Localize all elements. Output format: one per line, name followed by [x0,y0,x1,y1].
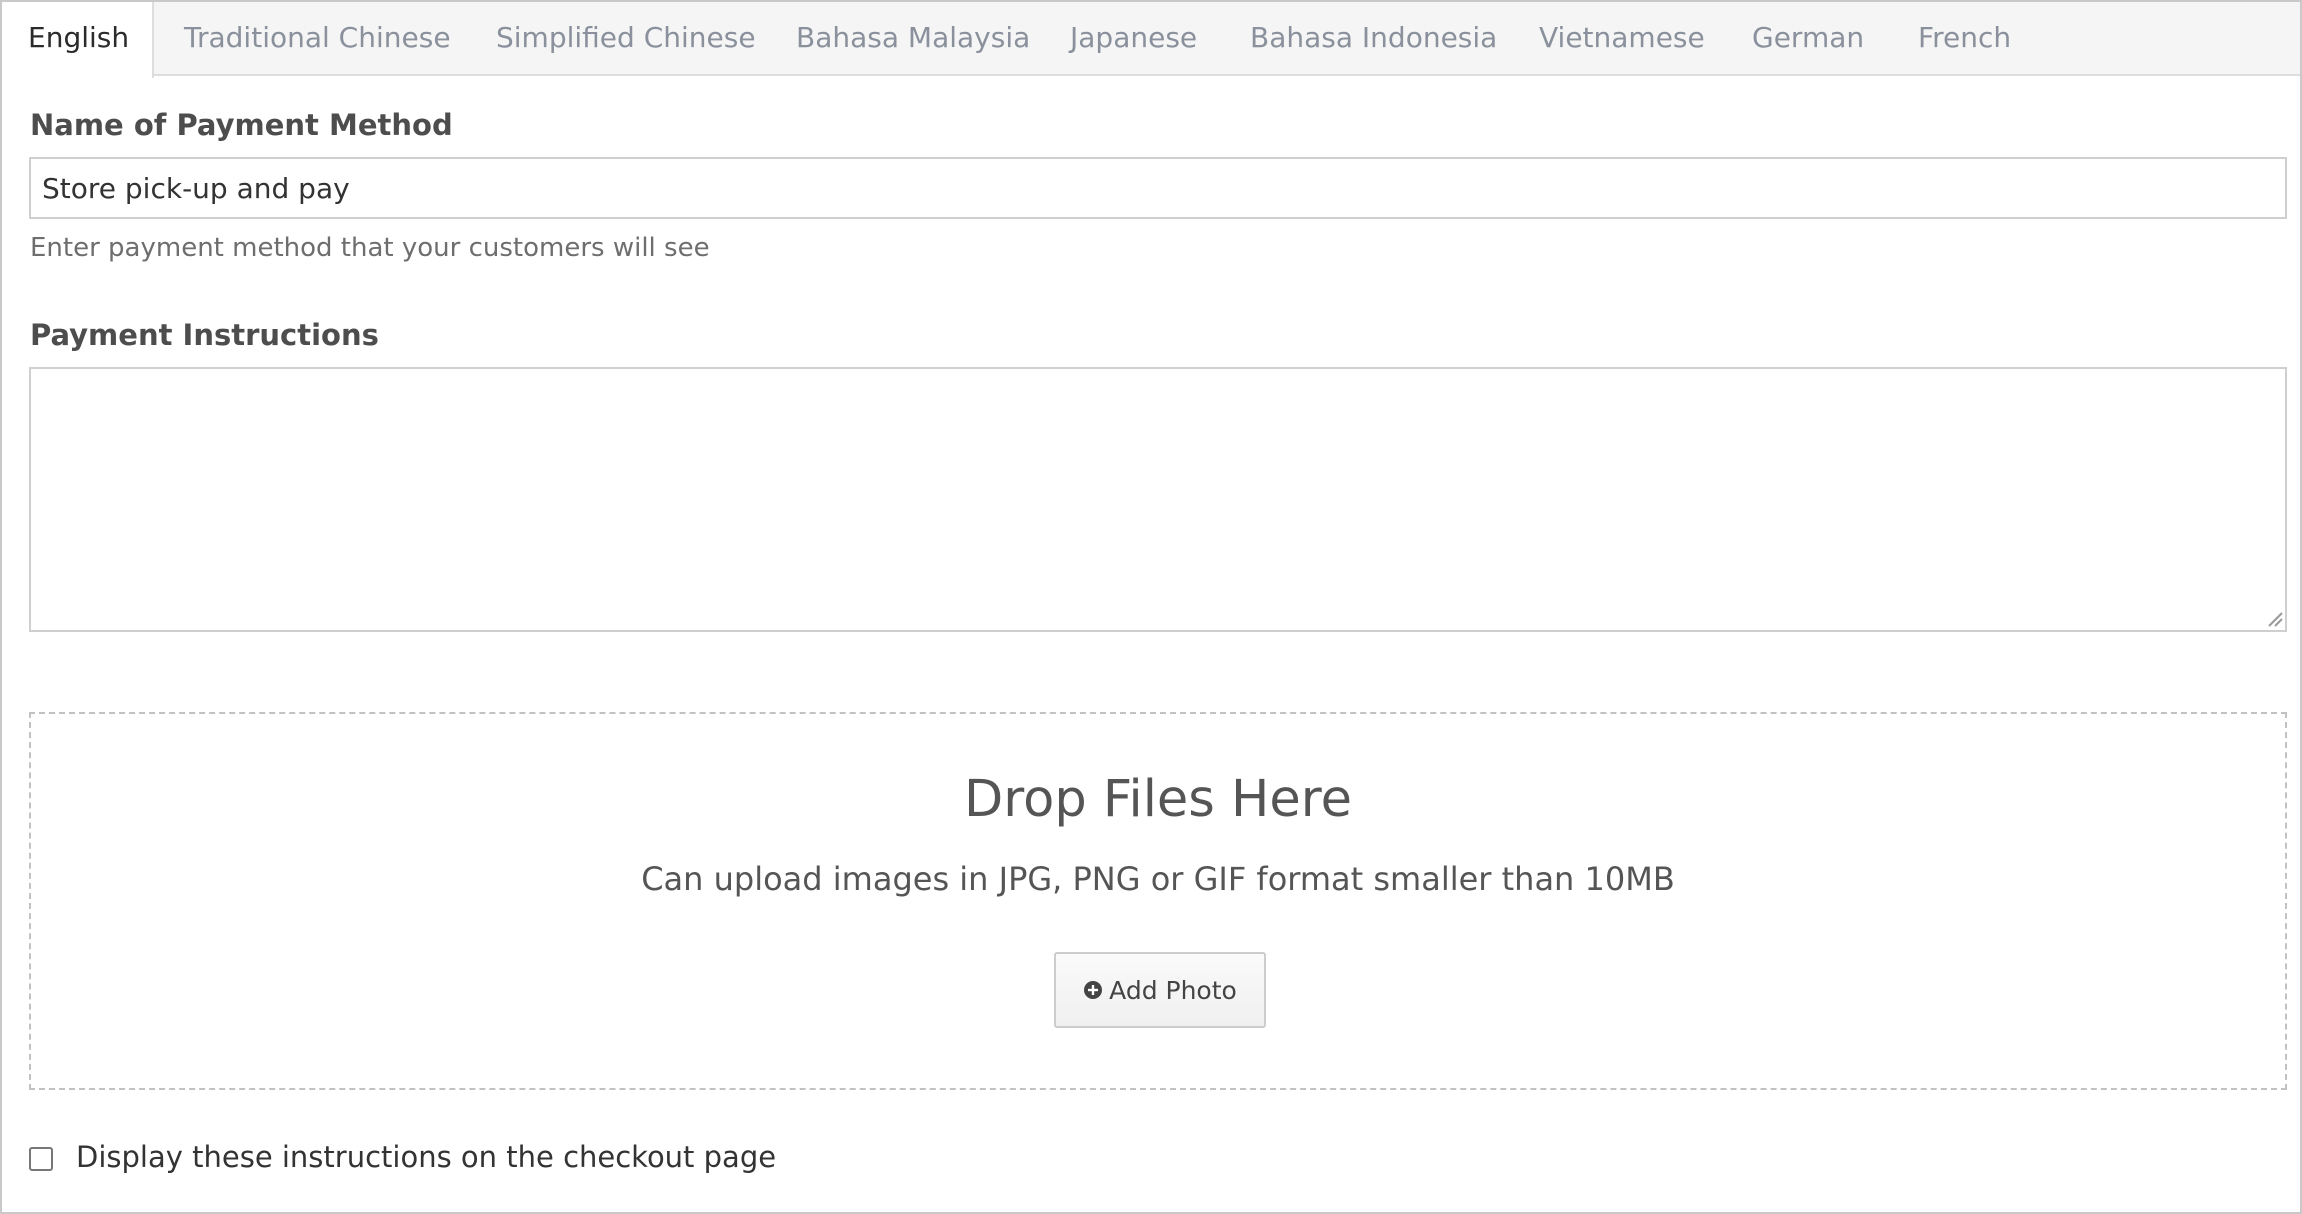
tab-traditional-chinese[interactable]: Traditional Chinese [184,2,451,76]
tab-japanese[interactable]: Japanese [1070,2,1197,76]
file-drop-zone[interactable]: Drop Files Here Can upload images in JPG… [29,712,2287,1090]
payment-method-name-label: Name of Payment Method [30,108,453,142]
tab-english[interactable]: English [2,2,154,78]
tab-vietnamese[interactable]: Vietnamese [1539,2,1705,76]
plus-circle-icon [1084,981,1103,999]
drop-zone-subtitle: Can upload images in JPG, PNG or GIF for… [641,860,1675,898]
display-on-checkout-label[interactable]: Display these instructions on the checko… [76,1140,776,1174]
payment-method-name-input[interactable] [29,157,2287,219]
tab-bahasa-malaysia[interactable]: Bahasa Malaysia [796,2,1030,76]
add-photo-button[interactable]: Add Photo [1054,952,1266,1028]
payment-instructions-textarea[interactable] [29,367,2287,632]
tab-french[interactable]: French [1918,2,2011,76]
payment-instructions-label: Payment Instructions [30,318,379,352]
language-tab-bar: English Traditional Chinese Simplified C… [2,2,2300,78]
tab-bahasa-indonesia[interactable]: Bahasa Indonesia [1250,2,1497,76]
display-on-checkout-checkbox[interactable] [29,1147,53,1171]
tab-german[interactable]: German [1752,2,1864,76]
drop-zone-title: Drop Files Here [964,770,1352,829]
payment-method-name-help: Enter payment method that your customers… [30,233,710,263]
resize-handle-icon[interactable] [2265,609,2283,627]
tab-simplified-chinese[interactable]: Simplified Chinese [496,2,756,76]
add-photo-label: Add Photo [1109,975,1237,1005]
payment-method-panel: English Traditional Chinese Simplified C… [0,0,2302,1214]
